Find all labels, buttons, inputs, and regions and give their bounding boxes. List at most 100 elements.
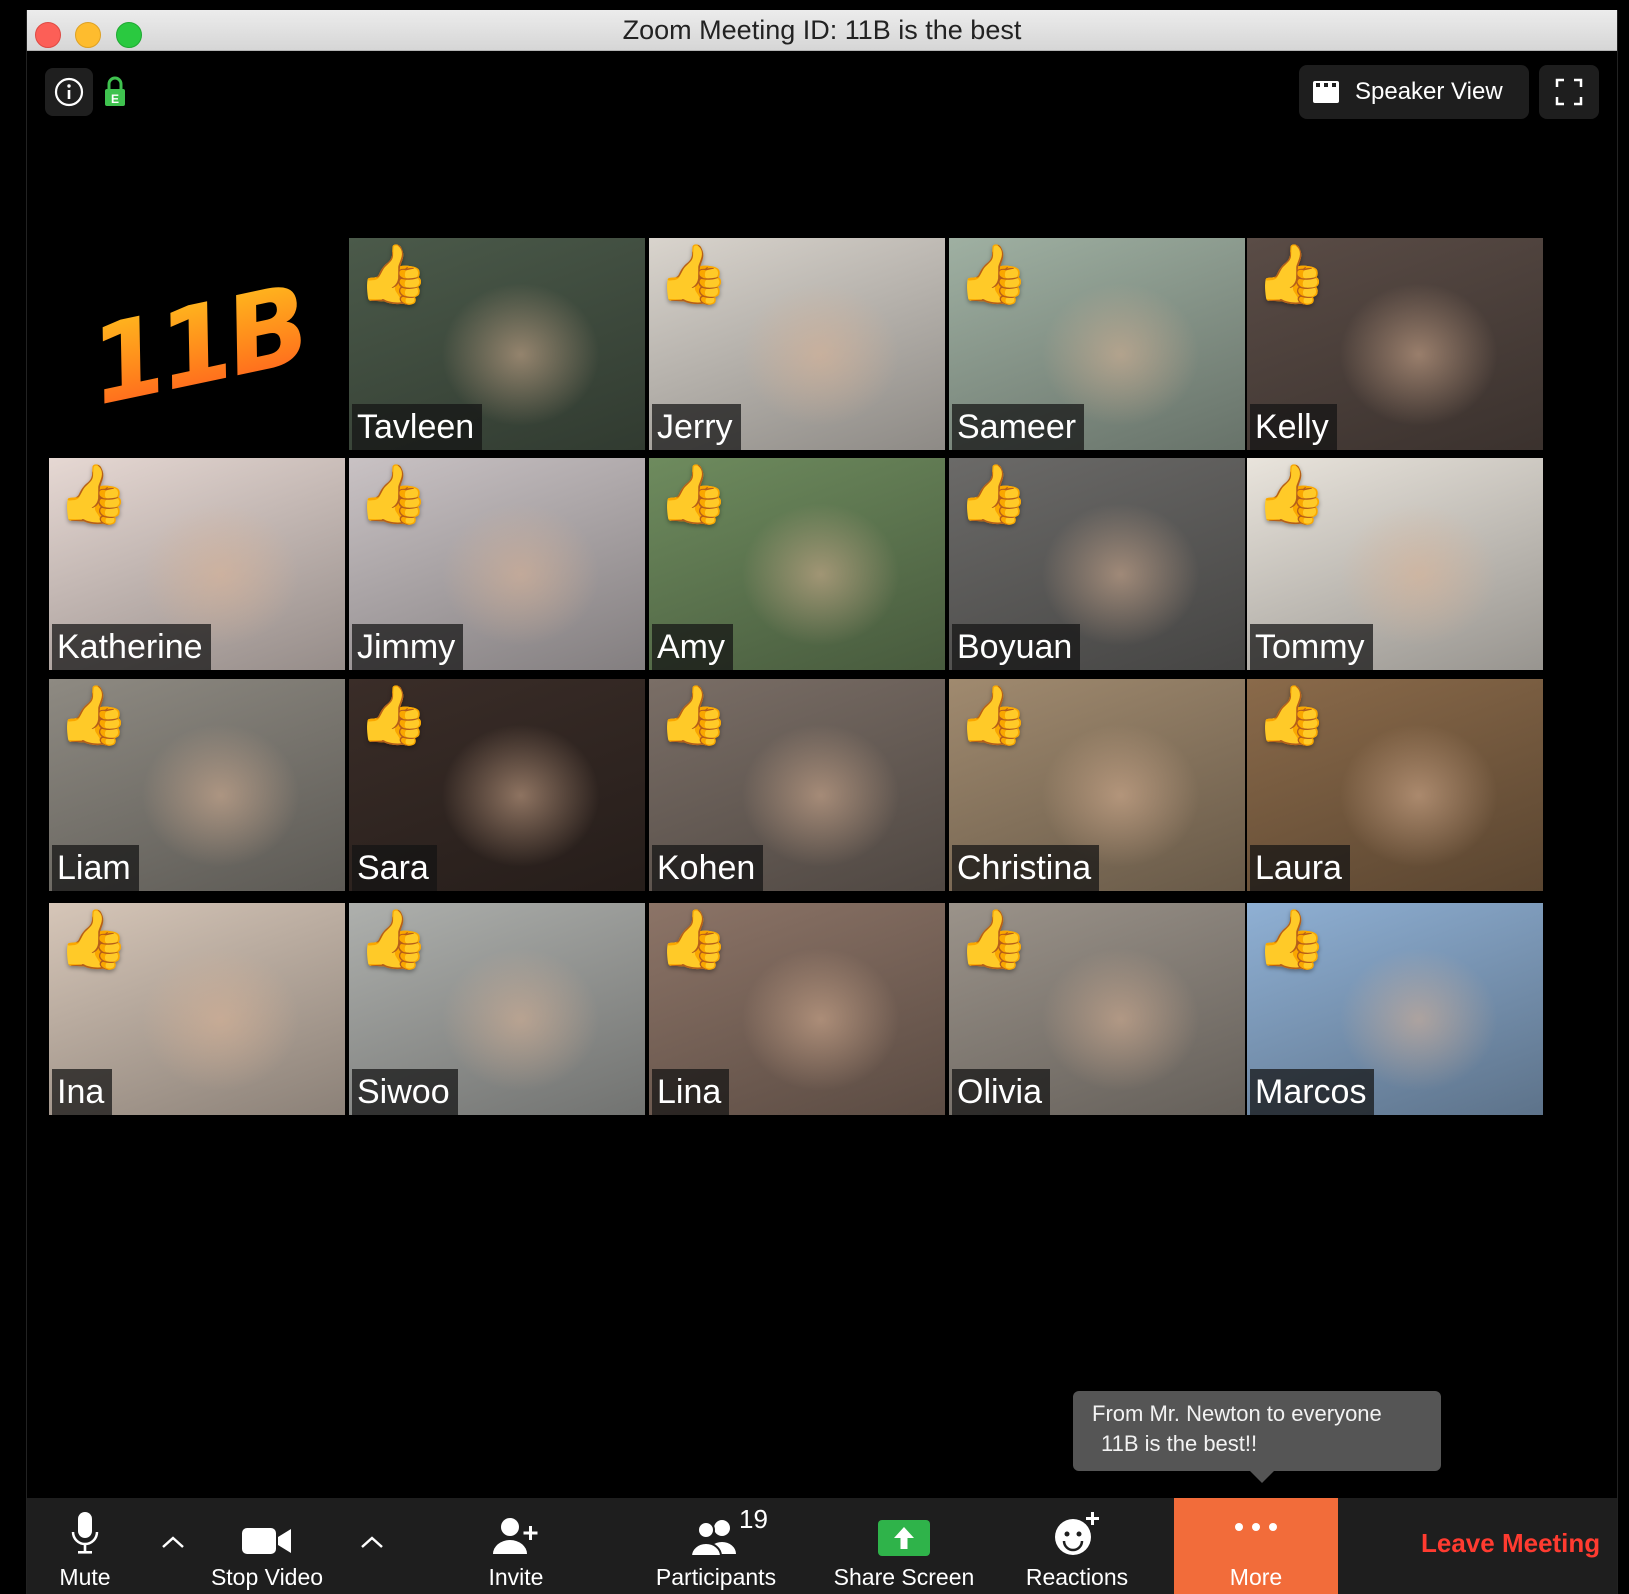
thumbs-up-icon: 👍 — [57, 907, 130, 972]
speaker-view-button[interactable]: Speaker View — [1299, 65, 1529, 119]
more-button[interactable]: More — [1174, 1498, 1338, 1594]
participants-count: 19 — [739, 1504, 768, 1534]
participant-tile[interactable]: 👍 Liam — [49, 679, 345, 891]
thumbs-up-icon: 👍 — [957, 242, 1030, 307]
thumbs-up-icon: 👍 — [1255, 242, 1328, 307]
participant-tile[interactable]: 👍 Tommy — [1247, 458, 1543, 670]
thumbs-up-icon: 👍 — [357, 462, 430, 527]
participant-name: Ina — [52, 1069, 113, 1115]
leave-meeting-button[interactable]: Leave Meeting — [1421, 1528, 1600, 1559]
reaction-smiley-icon — [1055, 1512, 1099, 1555]
fullscreen-button[interactable] — [1539, 65, 1599, 119]
thumbs-up-icon: 👍 — [657, 242, 730, 307]
add-person-icon — [493, 1518, 538, 1554]
participants-label: Participants — [655, 1564, 777, 1590]
thumbs-up-icon: 👍 — [657, 683, 730, 748]
participant-name: Laura — [1250, 845, 1350, 891]
lock-icon: E — [105, 76, 125, 106]
participant-name: Kohen — [652, 845, 764, 891]
participant-tile[interactable]: 👍 Kohen — [649, 679, 945, 891]
reactions-label: Reactions — [1025, 1564, 1129, 1590]
thumbs-up-icon: 👍 — [357, 683, 430, 748]
thumbs-up-icon: 👍 — [957, 907, 1030, 972]
participant-name: Tavleen — [352, 404, 483, 450]
thumbs-up-icon: 👍 — [57, 683, 130, 748]
participant-name: Tommy — [1250, 624, 1373, 670]
class-logo-tile: 11B — [49, 240, 345, 452]
participants-button[interactable]: 19 Participants — [641, 1498, 791, 1594]
participant-name: Lina — [652, 1069, 730, 1115]
share-screen-label: Share Screen — [833, 1564, 975, 1590]
meeting-info-area: E — [45, 68, 129, 116]
participant-tile[interactable]: 👍 Lina — [649, 903, 945, 1115]
participant-tile[interactable]: 👍 Siwoo — [349, 903, 645, 1115]
participant-tile[interactable]: 👍 Kelly — [1247, 238, 1543, 450]
participant-name: Sara — [352, 845, 437, 891]
stop-video-label: Stop Video — [210, 1564, 324, 1590]
zoom-window: Zoom Meeting ID: 11B is the best E Speak… — [26, 10, 1618, 1594]
window-title: Zoom Meeting ID: 11B is the best — [622, 15, 1022, 45]
speaker-view-label: Speaker View — [1355, 78, 1503, 105]
share-screen-icon — [878, 1520, 930, 1556]
share-screen-button[interactable]: Share Screen — [829, 1498, 979, 1594]
audio-options-button[interactable] — [158, 1532, 188, 1552]
chat-bubble-tail — [1250, 1471, 1274, 1483]
thumbs-up-icon: 👍 — [1255, 683, 1328, 748]
thumbs-up-icon: 👍 — [357, 242, 430, 307]
chevron-up-icon — [361, 1536, 383, 1548]
class-logo: 11B — [79, 262, 315, 430]
participant-name: Boyuan — [952, 624, 1081, 670]
participant-tile[interactable]: 👍 Laura — [1247, 679, 1543, 891]
participant-name: Amy — [652, 624, 733, 670]
participant-tile[interactable]: 👍 Amy — [649, 458, 945, 670]
participant-name: Marcos — [1250, 1069, 1375, 1115]
more-label: More — [1229, 1564, 1283, 1590]
title-bar: Zoom Meeting ID: 11B is the best — [27, 10, 1617, 51]
thumbs-up-icon: 👍 — [957, 683, 1030, 748]
encryption-lock[interactable]: E — [101, 74, 129, 110]
participant-name: Siwoo — [352, 1069, 458, 1115]
svg-text:E: E — [111, 92, 119, 106]
grid-icon — [1313, 81, 1339, 103]
participant-name: Liam — [52, 845, 139, 891]
thumbs-up-icon: 👍 — [1255, 907, 1328, 972]
participant-tile[interactable]: 👍 Jimmy — [349, 458, 645, 670]
info-icon — [54, 77, 84, 107]
participant-name: Kelly — [1250, 404, 1337, 450]
participant-tile[interactable]: 👍 Katherine — [49, 458, 345, 670]
thumbs-up-icon: 👍 — [357, 907, 430, 972]
participant-tile[interactable]: 👍 Christina — [949, 679, 1245, 891]
thumbs-up-icon: 👍 — [1255, 462, 1328, 527]
participant-name: Olivia — [952, 1069, 1051, 1115]
participant-tile[interactable]: 👍 Ina — [49, 903, 345, 1115]
meeting-toolbar: Mute Stop Video Invite 19 Participants S… — [27, 1498, 1617, 1594]
thumbs-up-icon: 👍 — [657, 907, 730, 972]
mute-button[interactable]: Mute — [55, 1498, 115, 1594]
chat-sender: From Mr. Newton to everyone — [1092, 1401, 1382, 1426]
participant-name: Jimmy — [352, 624, 464, 670]
microphone-icon — [71, 1512, 99, 1554]
participant-name: Sameer — [952, 404, 1085, 450]
invite-button[interactable]: Invite — [476, 1498, 556, 1594]
chat-notification[interactable]: From Mr. Newton to everyone 11B is the b… — [1073, 1391, 1441, 1483]
more-dots-icon — [1235, 1523, 1277, 1531]
meeting-info-button[interactable] — [45, 68, 93, 116]
thumbs-up-icon: 👍 — [57, 462, 130, 527]
participant-tile[interactable]: 👍 Sara — [349, 679, 645, 891]
thumbs-up-icon: 👍 — [657, 462, 730, 527]
participant-tile[interactable]: 👍 Olivia — [949, 903, 1245, 1115]
participants-icon — [691, 1520, 736, 1556]
participant-tile[interactable]: 👍 Jerry — [649, 238, 945, 450]
participant-name: Christina — [952, 845, 1100, 891]
participant-tile[interactable]: 👍 Sameer — [949, 238, 1245, 450]
participant-name: Jerry — [652, 404, 741, 450]
invite-label: Invite — [488, 1564, 544, 1590]
reactions-button[interactable]: Reactions — [1012, 1498, 1142, 1594]
participant-tile[interactable]: 👍 Tavleen — [349, 238, 645, 450]
chevron-up-icon — [162, 1536, 184, 1548]
mute-label: Mute — [59, 1564, 111, 1590]
video-options-button[interactable] — [357, 1532, 387, 1552]
participant-tile[interactable]: 👍 Boyuan — [949, 458, 1245, 670]
stop-video-button[interactable]: Stop Video — [207, 1498, 327, 1594]
participant-tile[interactable]: 👍 Marcos — [1247, 903, 1543, 1115]
